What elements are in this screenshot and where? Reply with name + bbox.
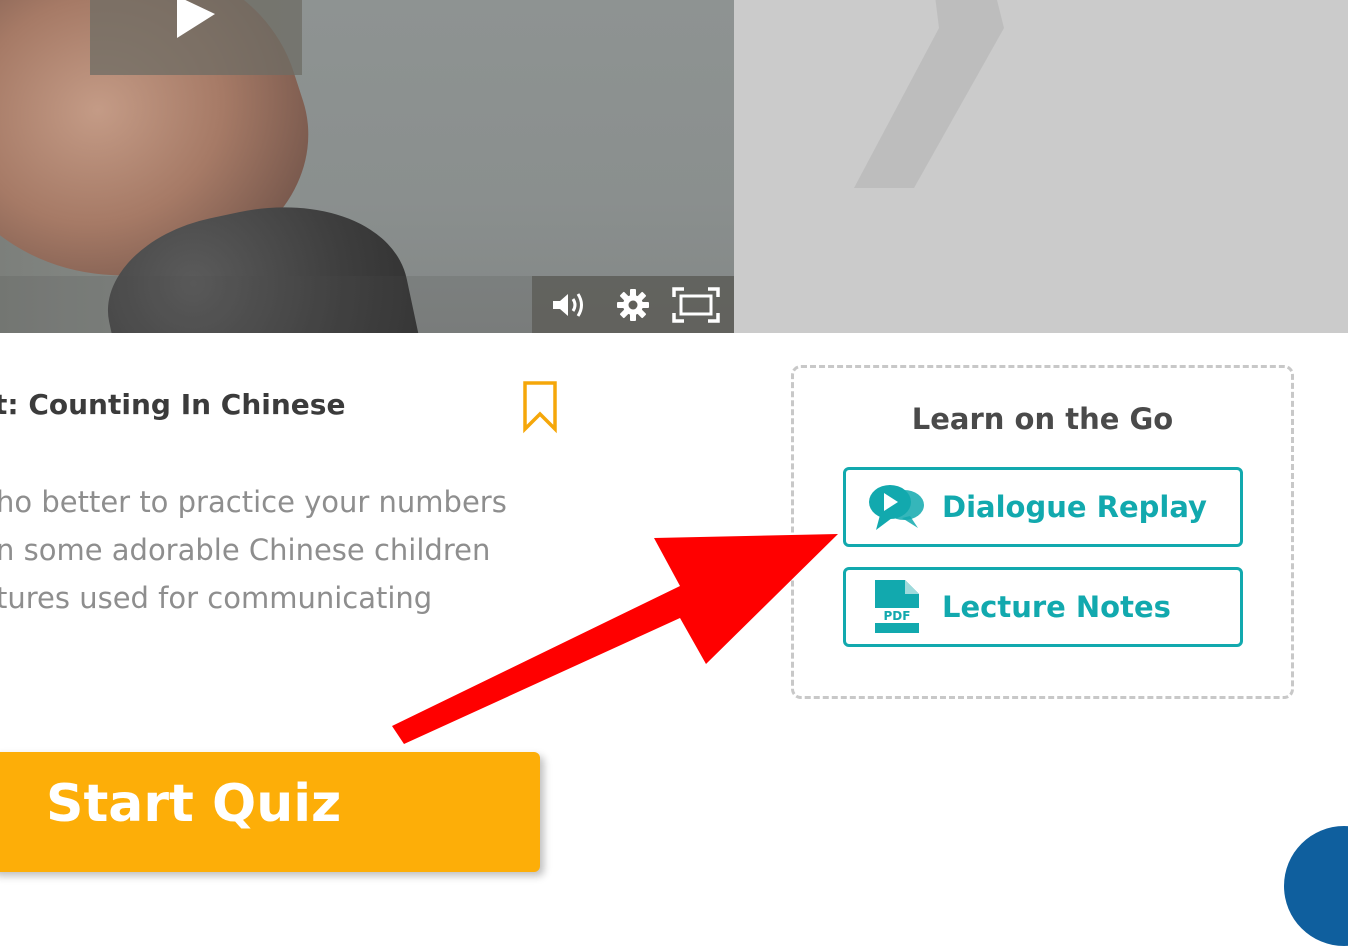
- next-lesson-panel[interactable]: [734, 0, 1348, 333]
- chevron-right-icon: [854, 0, 1004, 188]
- fullscreen-button[interactable]: [671, 285, 721, 325]
- video-player[interactable]: [0, 0, 734, 333]
- chat-widget-button[interactable]: [1284, 826, 1348, 946]
- settings-button[interactable]: [608, 285, 658, 325]
- play-button[interactable]: [90, 0, 302, 75]
- volume-button[interactable]: [545, 285, 595, 325]
- lesson-title: t: Counting In Chinese: [0, 388, 346, 421]
- learn-on-the-go-panel: Learn on the Go Dialogue Replay PDF Lect…: [791, 365, 1294, 699]
- play-icon: [177, 0, 215, 38]
- video-control-bar: [0, 276, 532, 333]
- start-quiz-button[interactable]: Start Quiz: [0, 752, 540, 872]
- dialogue-replay-label: Dialogue Replay: [942, 490, 1207, 524]
- start-quiz-label: Start Quiz: [46, 774, 342, 834]
- lecture-notes-label: Lecture Notes: [942, 590, 1171, 624]
- video-controls: [532, 276, 734, 333]
- learn-on-the-go-heading: Learn on the Go: [911, 402, 1174, 436]
- pdf-icon-text: PDF: [884, 609, 911, 623]
- description-line: n some adorable Chinese children: [0, 533, 491, 567]
- gear-icon: [616, 288, 649, 321]
- lecture-notes-button[interactable]: PDF Lecture Notes: [843, 567, 1243, 647]
- dialogue-replay-button[interactable]: Dialogue Replay: [843, 467, 1243, 547]
- volume-icon: [552, 292, 583, 317]
- description-line: ho better to practice your numbers: [0, 485, 507, 519]
- description-line: tures used for communicating: [0, 581, 433, 615]
- chat-play-icon: [866, 477, 928, 537]
- pdf-icon: PDF: [866, 577, 928, 637]
- bookmark-button[interactable]: [522, 380, 558, 434]
- bookmark-icon: [523, 381, 557, 434]
- fullscreen-icon: [672, 286, 721, 323]
- lesson-description: ho better to practice your numbers n som…: [0, 478, 596, 622]
